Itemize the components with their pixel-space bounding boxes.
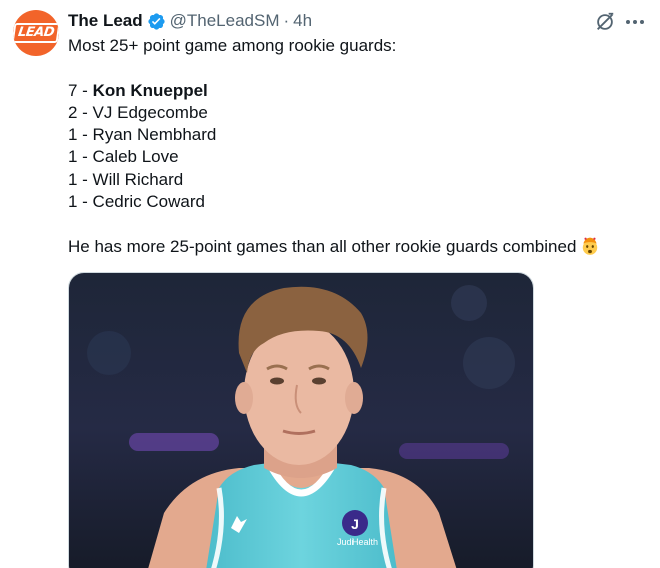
sponsor-name-2: Health (352, 537, 378, 547)
exploding-head-emoji (583, 237, 598, 255)
arena-light (399, 443, 509, 459)
more-icon[interactable] (624, 12, 646, 32)
sponsor-logo-letter: J (351, 516, 359, 532)
player-eye (312, 377, 326, 385)
crowd-blur (451, 285, 487, 321)
author-display-name[interactable]: The Lead (68, 11, 143, 31)
list-item: 1 - Caleb Love (68, 147, 179, 167)
separator-dot: · (283, 11, 290, 30)
more-dot (626, 20, 630, 24)
tweet-line-summary: He has more 25-point games than all othe… (68, 236, 628, 258)
tweet-line-title: Most 25+ point game among rookie guards: (68, 36, 397, 55)
more-dot (640, 20, 644, 24)
tweet-card: LEAD The Lead @TheLeadSM · 4h Most 25+ p… (0, 0, 660, 568)
more-dot (633, 20, 637, 24)
player-eye (270, 377, 284, 385)
verified-badge-icon (148, 12, 165, 30)
list-item: 2 - VJ Edgecombe (68, 102, 208, 122)
tweet-photo[interactable]: J Judi Health (68, 272, 534, 568)
tweet-timestamp[interactable]: 4h (293, 11, 312, 31)
author-handle[interactable]: @TheLeadSM (170, 11, 280, 31)
tweet-header: The Lead @TheLeadSM · 4h (68, 10, 312, 32)
player-ear (345, 382, 363, 414)
list-item: 7 - Kon Knueppel (68, 80, 208, 100)
highlighted-player: Kon Knueppel (92, 80, 208, 100)
crowd-blur (87, 331, 131, 375)
avatar-logo: LEAD (13, 23, 59, 43)
list-item: 1 - Cedric Coward (68, 192, 205, 212)
tweet-text: Most 25+ point game among rookie guards:… (68, 35, 628, 258)
list-item: 1 - Ryan Nembhard (68, 125, 217, 145)
player-ear (235, 382, 253, 414)
grok-icon[interactable] (594, 11, 616, 33)
arena-light (129, 433, 219, 451)
crowd-blur (463, 337, 515, 389)
avatar[interactable]: LEAD (13, 10, 59, 56)
player-photo: J Judi Health (69, 273, 533, 568)
list-item: 1 - Will Richard (68, 169, 184, 189)
